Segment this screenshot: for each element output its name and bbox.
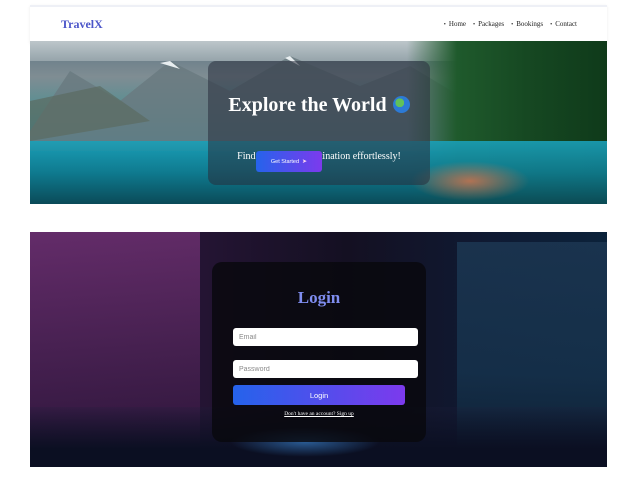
get-started-button[interactable]: Get Started ➤ [256, 151, 322, 172]
nav-item-home[interactable]: • Home [444, 20, 466, 28]
nav-links: • Home • Packages • Bookings • Contact [444, 20, 577, 28]
rocket-icon: ➤ [302, 159, 308, 165]
login-title: Login [297, 288, 341, 307]
nav-item-packages[interactable]: • Packages [473, 20, 504, 28]
login-button[interactable]: Login [233, 385, 405, 405]
nav-item-contact[interactable]: • Contact [550, 20, 577, 28]
navbar: TravelX • Home • Packages • Bookings • Conta… [30, 5, 607, 43]
email-input[interactable] [233, 328, 418, 346]
password-input[interactable] [233, 360, 418, 378]
login-section: Login Login Don't have an account? Sign … [30, 232, 607, 467]
login-card: Login Login Don't have an account? Sign … [212, 262, 426, 442]
brand-logo[interactable]: TravelX [61, 17, 103, 32]
signup-link[interactable]: Don't have an account? Sign up [212, 411, 426, 417]
hero-title: Explore the World [208, 94, 430, 117]
globe-icon [392, 96, 410, 113]
hero-section: Explore the World Find your dream destin… [30, 41, 607, 204]
nav-item-bookings[interactable]: • Bookings [511, 20, 543, 28]
